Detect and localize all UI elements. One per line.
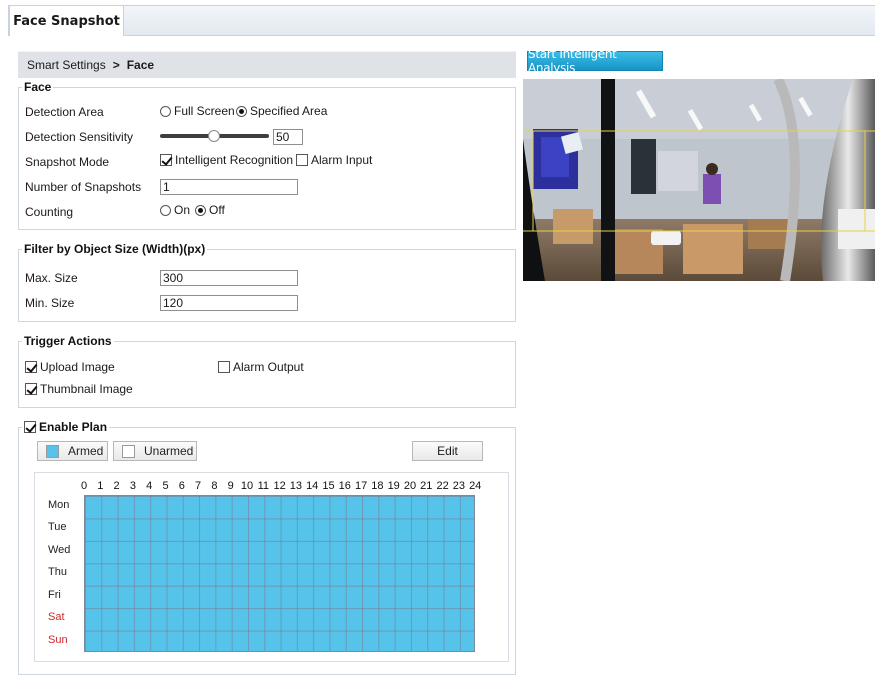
day-label: Sat xyxy=(48,611,65,624)
day-label: Fri xyxy=(48,588,61,601)
thumbnail-image-option[interactable]: Thumbnail Image xyxy=(25,382,133,396)
full-screen-radio[interactable] xyxy=(160,105,171,117)
breadcrumb: Smart Settings > Face xyxy=(18,51,516,78)
upload-image-checkbox[interactable] xyxy=(25,361,37,373)
counting-off-radio[interactable] xyxy=(195,204,206,216)
min-size-input[interactable]: 120 xyxy=(160,295,298,311)
tab-bar: Face Snapshot xyxy=(8,5,875,36)
counting-on-label: On xyxy=(174,203,191,217)
detection-area-label: Detection Area xyxy=(25,105,104,119)
day-label: Thu xyxy=(48,566,67,579)
specified-area-radio[interactable] xyxy=(236,105,247,117)
sensitivity-input[interactable]: 50 xyxy=(273,129,303,145)
breadcrumb-current: Face xyxy=(126,58,155,72)
alarm-output-checkbox[interactable] xyxy=(218,361,230,373)
alarm-input-checkbox[interactable] xyxy=(296,154,308,166)
sensitivity-label: Detection Sensitivity xyxy=(25,130,134,144)
plan-group-legend: Enable Plan xyxy=(22,420,109,434)
min-size-label: Min. Size xyxy=(25,296,75,310)
live-video-view[interactable] xyxy=(523,79,875,281)
specified-area-option[interactable]: Specified Area xyxy=(236,104,327,118)
hour-label: 24 xyxy=(469,480,482,492)
full-screen-option[interactable]: Full Screen xyxy=(160,104,235,118)
hour-label: 18 xyxy=(371,480,384,492)
unarmed-label: Unarmed xyxy=(144,444,194,458)
face-group-legend: Face xyxy=(24,80,52,94)
camera-scene-image xyxy=(523,79,875,281)
unarmed-button[interactable]: Unarmed xyxy=(113,441,197,461)
filter-group-legend: Filter by Object Size (Width)(px) xyxy=(24,242,206,256)
armed-button[interactable]: Armed xyxy=(37,441,108,461)
hour-label: 1 xyxy=(97,480,104,492)
hour-label: 19 xyxy=(387,480,400,492)
num-snapshots-input[interactable]: 1 xyxy=(160,179,298,195)
intelligent-recognition-label: Intelligent Recognition xyxy=(175,153,294,167)
unarmed-swatch xyxy=(122,444,135,458)
sensitivity-slider-knob[interactable] xyxy=(208,130,220,142)
counting-label: Counting xyxy=(25,205,74,219)
hour-label: 0 xyxy=(80,480,88,492)
upload-image-option[interactable]: Upload Image xyxy=(25,360,115,374)
hour-label: 6 xyxy=(178,480,185,492)
counting-off-option[interactable]: Off xyxy=(195,203,225,217)
hour-label: 21 xyxy=(420,480,433,492)
specified-area-label: Specified Area xyxy=(250,104,328,118)
edit-button[interactable]: Edit xyxy=(412,441,483,461)
upload-image-label: Upload Image xyxy=(40,360,115,374)
alarm-input-option[interactable]: Alarm Input xyxy=(296,153,372,167)
hour-label: 11 xyxy=(257,480,269,492)
thumbnail-image-label: Thumbnail Image xyxy=(40,382,133,396)
alarm-output-label: Alarm Output xyxy=(233,360,304,374)
day-label: Tue xyxy=(48,521,67,534)
hour-label: 2 xyxy=(113,480,120,492)
hour-label: 15 xyxy=(322,480,335,492)
counting-off-label: Off xyxy=(209,203,225,217)
full-screen-label: Full Screen xyxy=(174,104,235,118)
enable-plan-checkbox[interactable] xyxy=(24,421,36,433)
hour-label: 9 xyxy=(227,480,234,492)
intelligent-recognition-option[interactable]: Intelligent Recognition xyxy=(160,153,293,167)
hour-label: 5 xyxy=(162,480,169,492)
day-label: Wed xyxy=(48,543,71,556)
armed-swatch xyxy=(46,444,59,458)
max-size-label: Max. Size xyxy=(25,271,78,285)
armed-label: Armed xyxy=(68,444,104,458)
day-label: Sun xyxy=(48,633,68,646)
enable-plan-label: Enable Plan xyxy=(39,420,108,434)
trigger-group-legend: Trigger Actions xyxy=(24,334,112,348)
counting-on-radio[interactable] xyxy=(160,204,171,216)
hour-label: 4 xyxy=(146,480,153,492)
breadcrumb-separator: > xyxy=(112,58,120,72)
intelligent-recognition-checkbox[interactable] xyxy=(160,154,172,166)
counting-on-option[interactable]: On xyxy=(160,203,190,217)
start-analysis-button[interactable]: Start Intelligent Analysis xyxy=(527,47,663,75)
hour-label: 10 xyxy=(240,480,254,492)
hour-label: 16 xyxy=(338,480,351,492)
num-snapshots-label: Number of Snapshots xyxy=(25,180,142,194)
hour-label: 22 xyxy=(436,480,449,492)
alarm-output-option[interactable]: Alarm Output xyxy=(218,360,304,374)
hour-label: 23 xyxy=(452,480,466,492)
snapshot-mode-label: Snapshot Mode xyxy=(25,155,110,169)
thumbnail-image-checkbox[interactable] xyxy=(25,383,37,395)
hour-label: 20 xyxy=(403,480,417,492)
max-size-input[interactable]: 300 xyxy=(160,270,298,286)
hour-label: 13 xyxy=(289,480,303,492)
day-label: Mon xyxy=(48,499,70,511)
hour-label: 7 xyxy=(195,480,202,492)
hour-label: 12 xyxy=(273,480,286,492)
tab-face-snapshot[interactable]: Face Snapshot xyxy=(9,5,124,36)
hour-label: 17 xyxy=(354,480,368,492)
hour-label: 8 xyxy=(211,480,218,492)
alarm-input-label: Alarm Input xyxy=(311,153,373,167)
hour-label: 14 xyxy=(306,480,319,492)
breadcrumb-parent[interactable]: Smart Settings xyxy=(27,58,106,72)
hour-label: 3 xyxy=(129,480,136,492)
schedule-grid[interactable] xyxy=(84,495,475,652)
